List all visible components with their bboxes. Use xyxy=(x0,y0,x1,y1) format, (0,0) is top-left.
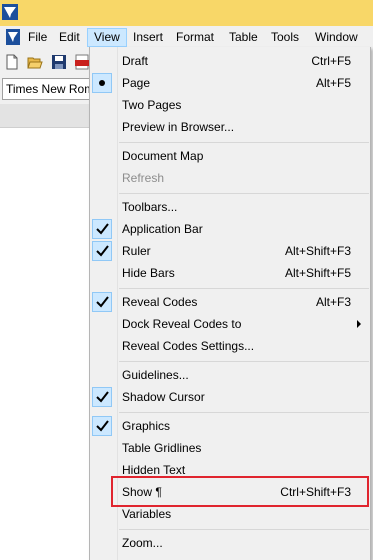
menu-item-label: Page xyxy=(122,76,151,90)
font-bar: Times New Rom xyxy=(0,76,90,104)
highlight-frame xyxy=(111,476,369,507)
menu-item-label: Application Bar xyxy=(122,222,203,236)
menu-item-ruler[interactable]: Ruler Alt+Shift+F3 xyxy=(90,240,370,262)
menu-item-refresh: Refresh xyxy=(90,167,370,189)
menu-item-reveal-codes-settings[interactable]: Reveal Codes Settings... xyxy=(90,335,370,357)
document-icon[interactable] xyxy=(6,29,20,45)
menu-format[interactable]: Format xyxy=(170,28,220,47)
menu-separator xyxy=(119,288,369,289)
menu-item-label: Preview in Browser... xyxy=(122,120,235,134)
checkmark-icon xyxy=(96,391,109,403)
bullet-icon xyxy=(99,80,105,86)
radio-indicator xyxy=(92,73,112,93)
check-indicator xyxy=(92,387,112,407)
submenu-arrow-icon xyxy=(357,320,361,328)
new-document-icon[interactable] xyxy=(4,54,20,70)
menu-item-label: Table Gridlines xyxy=(122,441,202,455)
menu-separator xyxy=(119,193,369,194)
menu-item-label: Draft xyxy=(122,54,149,68)
menu-item-label: Two Pages xyxy=(122,98,182,112)
menu-item-draft[interactable]: Draft Ctrl+F5 xyxy=(90,50,370,72)
menu-item-shortcut: Alt+Shift+F5 xyxy=(284,266,351,280)
ruler-strip xyxy=(0,104,90,128)
font-name-field[interactable]: Times New Rom xyxy=(2,78,90,100)
menu-item-label: Reveal Codes xyxy=(122,295,198,309)
menu-table[interactable]: Table xyxy=(223,28,264,47)
menu-view[interactable]: View xyxy=(87,28,127,47)
menu-item-table-gridlines[interactable]: Table Gridlines xyxy=(90,437,370,459)
menu-item-label: Toolbars... xyxy=(122,200,178,214)
menu-item-label: Dock Reveal Codes to xyxy=(122,317,242,331)
menu-separator xyxy=(119,412,369,413)
menu-insert[interactable]: Insert xyxy=(127,28,169,47)
menu-item-two-pages[interactable]: Two Pages xyxy=(90,94,370,116)
menu-item-label: Shadow Cursor xyxy=(122,390,205,404)
menu-item-dock-reveal-codes-to[interactable]: Dock Reveal Codes to xyxy=(90,313,370,335)
checkmark-icon xyxy=(96,245,109,257)
menu-item-label: Zoom... xyxy=(122,536,163,550)
menu-item-label: Reveal Codes Settings... xyxy=(122,339,255,353)
menu-item-graphics[interactable]: Graphics xyxy=(90,415,370,437)
menu-item-toolbars[interactable]: Toolbars... xyxy=(90,196,370,218)
check-indicator xyxy=(92,241,112,261)
checkmark-icon xyxy=(96,223,109,235)
menu-bar: File Edit View Insert Format Table Tools… xyxy=(0,26,373,48)
menu-item-label: Document Map xyxy=(122,149,204,163)
menu-item-page[interactable]: Page Alt+F5 xyxy=(90,72,370,94)
save-disk-icon[interactable] xyxy=(51,54,67,70)
menu-item-label: Graphics xyxy=(122,419,171,433)
menu-separator xyxy=(119,529,369,530)
menu-item-label: Refresh xyxy=(122,171,165,185)
checkmark-icon xyxy=(96,420,109,432)
menu-item-preview-in-browser[interactable]: Preview in Browser... xyxy=(90,116,370,138)
menu-item-label: Ruler xyxy=(122,244,151,258)
menu-window[interactable]: Window xyxy=(309,28,364,47)
menu-item-guidelines[interactable]: Guidelines... xyxy=(90,364,370,386)
check-indicator xyxy=(92,416,112,436)
check-indicator xyxy=(92,292,112,312)
menu-item-shortcut: Alt+Shift+F3 xyxy=(284,244,351,258)
menu-item-shortcut: Alt+F5 xyxy=(315,76,351,90)
menu-item-hide-bars[interactable]: Hide Bars Alt+Shift+F5 xyxy=(90,262,370,284)
menu-item-application-bar[interactable]: Application Bar xyxy=(90,218,370,240)
menu-edit[interactable]: Edit xyxy=(53,28,86,47)
open-folder-icon[interactable] xyxy=(27,54,43,70)
menu-item-shadow-cursor[interactable]: Shadow Cursor xyxy=(90,386,370,408)
menu-item-shortcut: Alt+F3 xyxy=(315,295,351,309)
menu-separator xyxy=(119,142,369,143)
menu-file[interactable]: File xyxy=(22,28,53,47)
menu-item-shortcut: Ctrl+F5 xyxy=(311,54,351,68)
menu-item-document-map[interactable]: Document Map xyxy=(90,145,370,167)
menu-separator xyxy=(119,361,369,362)
checkmark-icon xyxy=(96,296,109,308)
toolbar xyxy=(0,48,90,76)
menu-tools[interactable]: Tools xyxy=(265,28,305,47)
pdf-icon[interactable] xyxy=(74,54,90,70)
check-indicator xyxy=(92,219,112,239)
menu-item-zoom[interactable]: Zoom... xyxy=(90,532,370,554)
menu-item-label: Hide Bars xyxy=(122,266,175,280)
document-area[interactable] xyxy=(0,128,90,560)
menu-item-reveal-codes[interactable]: Reveal Codes Alt+F3 xyxy=(90,291,370,313)
app-logo-icon[interactable] xyxy=(2,4,18,20)
title-bar xyxy=(0,0,373,26)
menu-item-label: Guidelines... xyxy=(122,368,189,382)
